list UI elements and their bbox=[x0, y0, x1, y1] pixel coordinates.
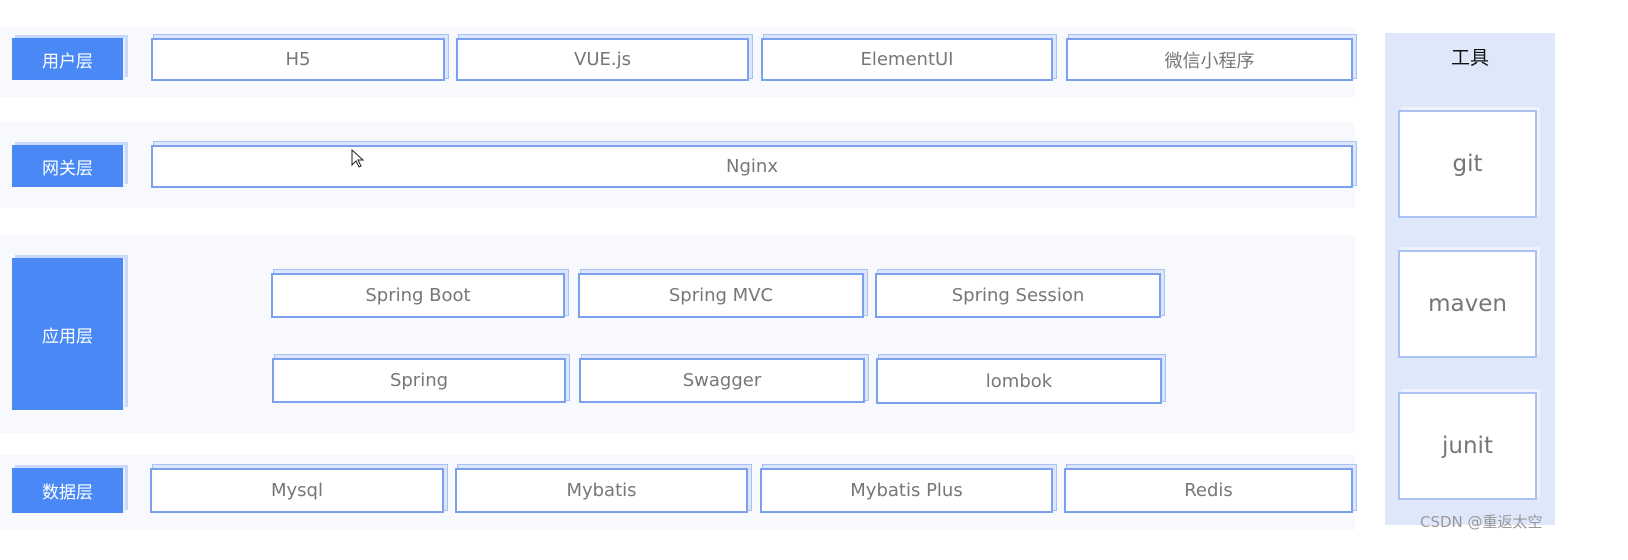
tech-box-spring: Spring bbox=[272, 358, 566, 403]
application-layer-label: 应用层 bbox=[12, 258, 125, 410]
tech-box-mybatis-plus: Mybatis Plus bbox=[760, 468, 1053, 513]
tool-box-git: git bbox=[1398, 110, 1537, 218]
tech-box-h5: H5 bbox=[151, 38, 445, 81]
tools-title: 工具 bbox=[1450, 47, 1489, 69]
gateway-layer-label: 网关层 bbox=[12, 145, 125, 187]
tool-box-junit: junit bbox=[1398, 392, 1537, 500]
tools-panel: 工具 git maven junit bbox=[1385, 33, 1555, 525]
tech-box-vuejs: VUE.js bbox=[456, 38, 749, 81]
tech-box-lombok: lombok bbox=[876, 358, 1162, 404]
tool-box-maven: maven bbox=[1398, 250, 1537, 358]
tech-box-nginx: Nginx bbox=[151, 145, 1353, 188]
tech-box-redis: Redis bbox=[1064, 468, 1353, 513]
data-layer-label: 数据层 bbox=[12, 468, 125, 513]
tech-box-mysql: Mysql bbox=[150, 468, 444, 513]
user-layer-label: 用户层 bbox=[12, 38, 125, 80]
tech-box-wechat-miniprogram: 微信小程序 bbox=[1066, 38, 1353, 81]
tech-box-spring-mvc: Spring MVC bbox=[578, 273, 864, 318]
tech-box-elementui: ElementUI bbox=[761, 38, 1053, 81]
tech-box-mybatis: Mybatis bbox=[455, 468, 748, 513]
tech-box-spring-boot: Spring Boot bbox=[271, 273, 565, 318]
tech-box-spring-session: Spring Session bbox=[875, 273, 1161, 318]
watermark: CSDN @重返太空 bbox=[1420, 513, 1543, 531]
tech-box-swagger: Swagger bbox=[579, 358, 865, 403]
mouse-cursor-icon bbox=[351, 149, 365, 168]
